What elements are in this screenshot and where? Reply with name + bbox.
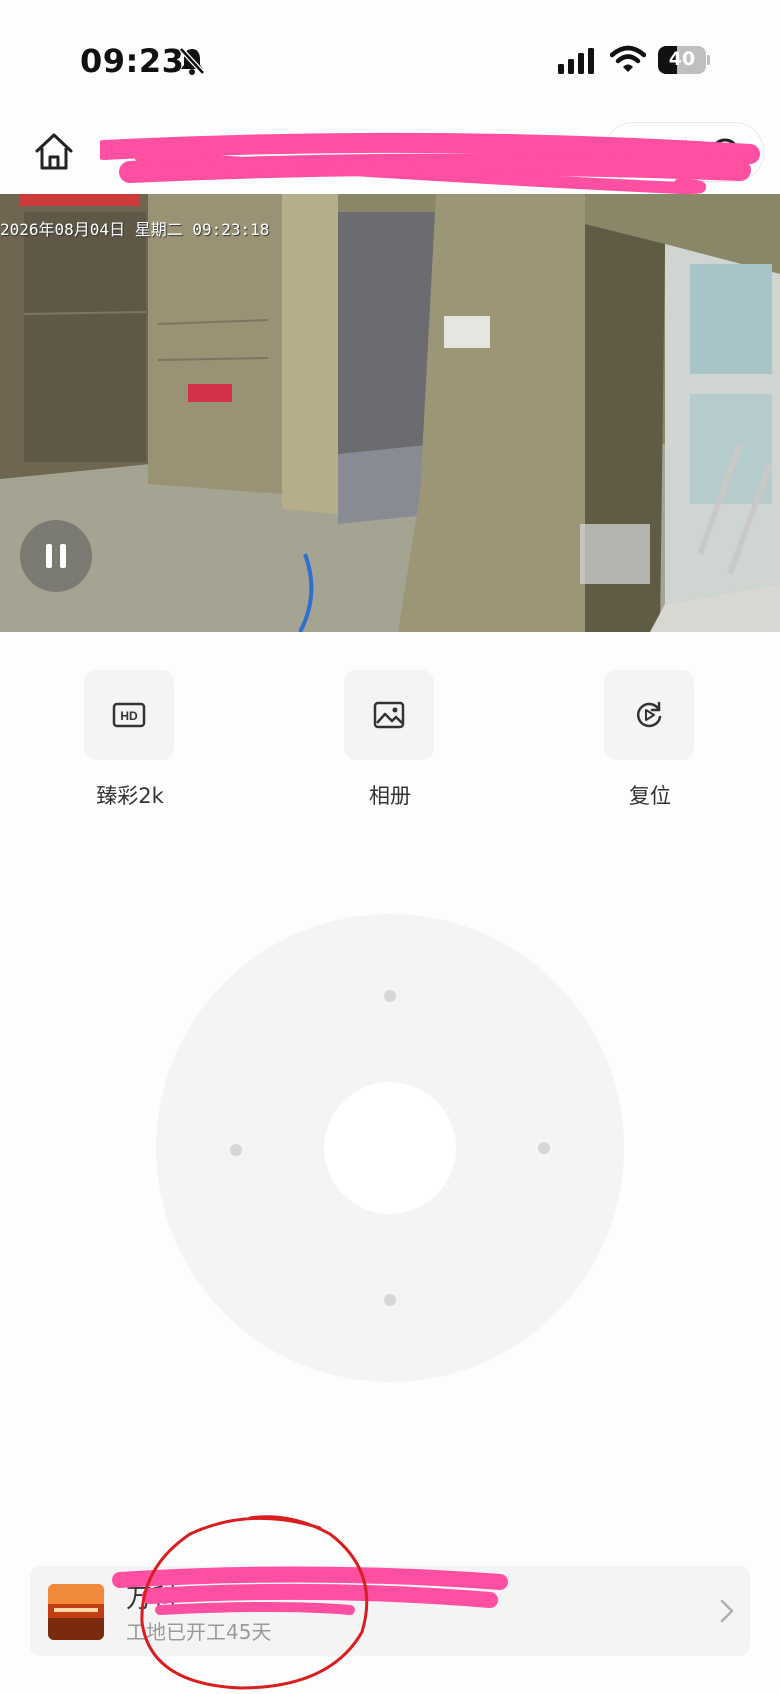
pause-button[interactable] xyxy=(20,520,92,592)
battery-body: 40 xyxy=(658,46,706,74)
ptz-left-dot[interactable] xyxy=(230,1144,242,1156)
ptz-up-dot[interactable] xyxy=(384,990,396,1002)
ptz-center-knob[interactable] xyxy=(324,1082,456,1214)
hd-quality-control[interactable]: HD 臻彩2k xyxy=(84,670,176,810)
pause-icon xyxy=(46,544,52,568)
home-icon[interactable] xyxy=(30,128,78,176)
svg-text:HD: HD xyxy=(120,709,138,723)
app-screen: 09:23 40 2026年08月04日 星期二 09:23:18 HD 臻彩2… xyxy=(0,0,780,1694)
reset-control[interactable]: 复位 xyxy=(604,670,696,810)
ptz-right-dot[interactable] xyxy=(538,1142,550,1154)
album-button[interactable] xyxy=(344,670,434,760)
image-icon xyxy=(373,701,405,729)
status-bar: 09:23 40 xyxy=(0,0,780,110)
redaction-scribble-title xyxy=(100,132,760,195)
ptz-down-dot[interactable] xyxy=(384,1294,396,1306)
wifi-icon xyxy=(610,45,646,72)
pause-icon-bar xyxy=(60,544,66,568)
hd-icon: HD xyxy=(112,702,146,728)
album-control[interactable]: 相册 xyxy=(344,670,436,810)
reset-label: 复位 xyxy=(629,784,671,808)
chevron-right-icon xyxy=(720,1599,734,1623)
battery-tip xyxy=(707,55,710,65)
hd-quality-button[interactable]: HD xyxy=(84,670,174,760)
reset-play-icon xyxy=(636,701,662,728)
annotation-circle xyxy=(140,1515,369,1690)
cellular-signal-icon xyxy=(558,48,594,74)
bell-off-icon xyxy=(179,47,205,75)
camera-scene xyxy=(0,194,780,632)
status-time: 09:23 xyxy=(80,42,185,80)
battery-icon: 40 xyxy=(658,46,710,74)
reset-button[interactable] xyxy=(604,670,694,760)
album-label: 相册 xyxy=(369,784,411,808)
video-timestamp: 2026年08月04日 星期二 09:23:18 xyxy=(0,220,270,239)
hd-quality-label: 臻彩2k xyxy=(96,784,164,808)
project-thumbnail xyxy=(48,1584,104,1640)
ptz-joystick[interactable] xyxy=(156,914,624,1382)
camera-live-view[interactable]: 2026年08月04日 星期二 09:23:18 xyxy=(0,194,780,632)
battery-level: 40 xyxy=(668,48,696,70)
